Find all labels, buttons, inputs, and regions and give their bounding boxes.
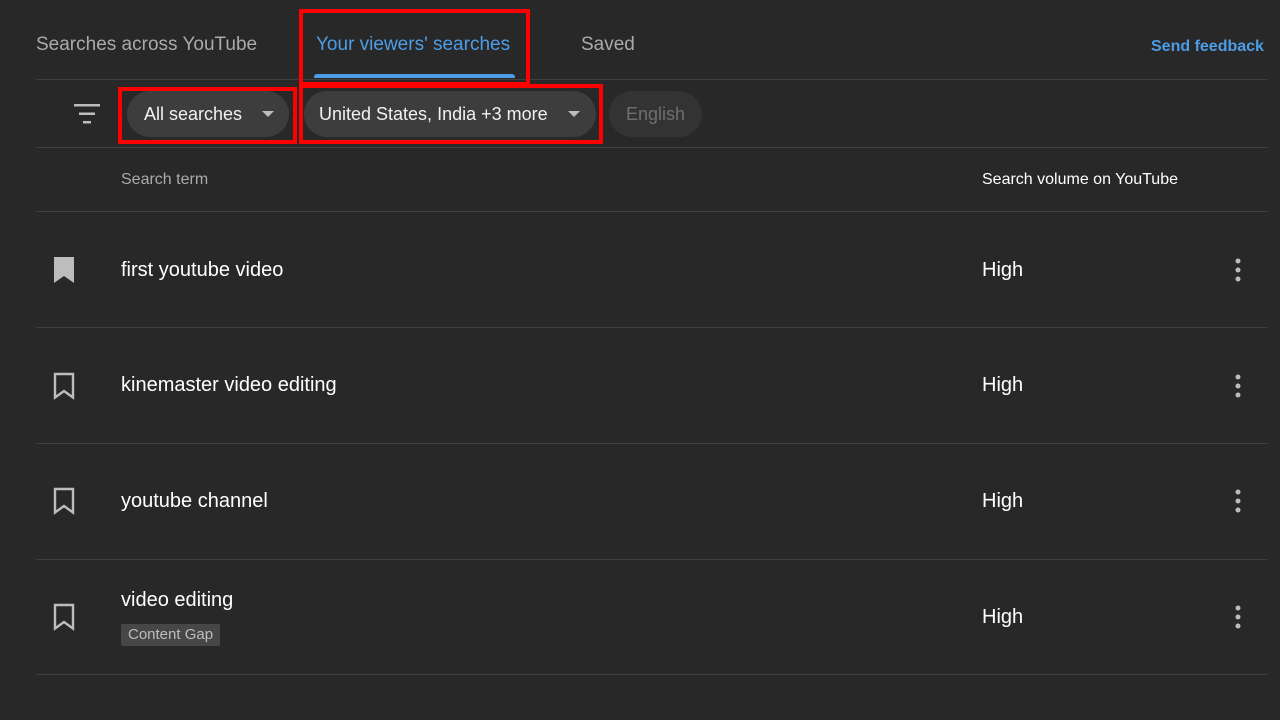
tab-your-viewers-searches[interactable]: Your viewers' searches (316, 31, 510, 59)
chevron-down-icon (262, 111, 274, 117)
page: Searches across YouTube Your viewers' se… (0, 0, 1280, 720)
language-chip: English (609, 91, 702, 137)
column-header-search-volume[interactable]: Search volume on YouTube (982, 169, 1178, 191)
search-volume: High (982, 374, 1024, 396)
search-term: video editing (121, 589, 234, 611)
search-type-label: All searches (144, 103, 243, 124)
active-tab-indicator (314, 74, 515, 78)
country-dropdown[interactable]: United States, India +3 more (304, 91, 596, 137)
tabs-divider (36, 79, 1267, 80)
search-volume: High (982, 606, 1024, 628)
table-row[interactable]: kinemaster video editing High (0, 328, 1280, 444)
chevron-down-icon (568, 111, 580, 117)
more-vert-icon[interactable] (1228, 603, 1248, 631)
language-label: English (626, 103, 686, 124)
bookmark-outline-icon[interactable] (52, 603, 76, 631)
bookmark-filled-icon[interactable] (52, 256, 76, 284)
row-divider (36, 674, 1267, 675)
content-gap-badge: Content Gap (121, 624, 221, 646)
send-feedback-link[interactable]: Send feedback (1151, 36, 1264, 58)
more-vert-icon[interactable] (1228, 487, 1248, 515)
bookmark-outline-icon[interactable] (52, 487, 76, 515)
search-term: youtube channel (121, 490, 268, 512)
search-term: kinemaster video editing (121, 374, 337, 396)
more-vert-icon[interactable] (1228, 372, 1248, 400)
tab-saved[interactable]: Saved (581, 31, 635, 59)
table-row[interactable]: first youtube video High (0, 212, 1280, 328)
search-term: first youtube video (121, 259, 284, 281)
filter-list-icon[interactable] (73, 102, 101, 126)
search-volume: High (982, 259, 1024, 281)
table-row[interactable]: youtube channel High (0, 444, 1280, 560)
more-vert-icon[interactable] (1228, 256, 1248, 284)
tab-searches-across-youtube[interactable]: Searches across YouTube (36, 31, 257, 59)
column-header-search-term[interactable]: Search term (121, 169, 208, 191)
search-volume: High (982, 490, 1024, 512)
country-label: United States, India +3 more (319, 103, 548, 124)
search-type-dropdown[interactable]: All searches (127, 91, 289, 137)
filter-divider (36, 147, 1267, 148)
table-row[interactable]: video editing Content Gap High (0, 560, 1280, 676)
bookmark-outline-icon[interactable] (52, 372, 76, 400)
